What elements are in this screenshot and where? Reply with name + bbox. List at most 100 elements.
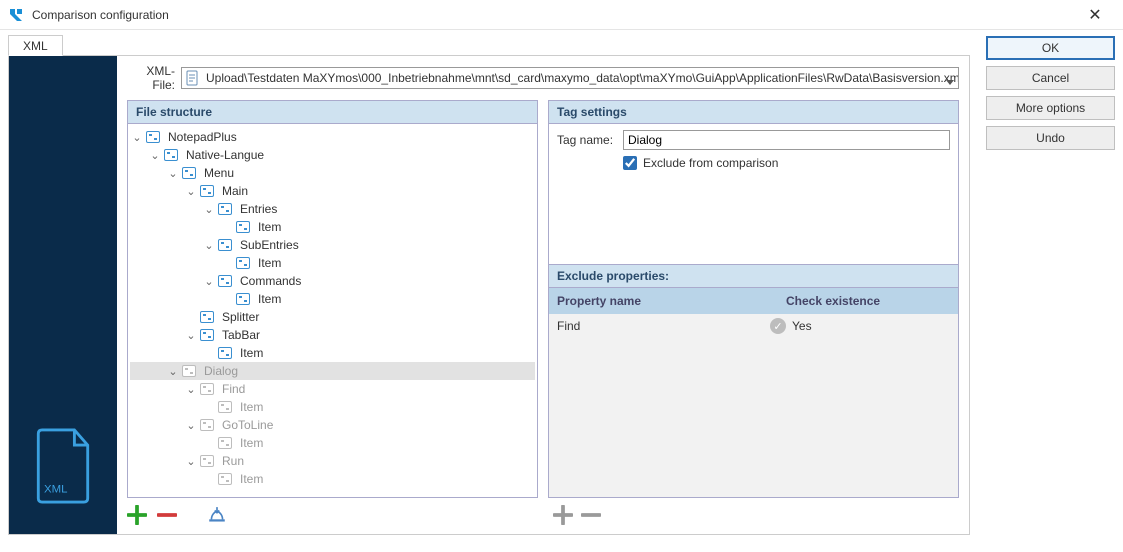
grid-row[interactable]: Find ✓ Yes	[549, 314, 958, 338]
tab-xml[interactable]: XML	[8, 35, 63, 56]
tree-node[interactable]: ·Item	[130, 434, 535, 452]
tree-node[interactable]: ⌄Native-Langue	[130, 146, 535, 164]
tree-node[interactable]: ⌄Find	[130, 380, 535, 398]
exclude-label: Exclude from comparison	[643, 156, 778, 170]
tree-node[interactable]: ⌄ Dialog	[130, 362, 535, 380]
collapse-icon[interactable]: ⌄	[202, 203, 216, 216]
grid-body: Find ✓ Yes	[549, 314, 958, 497]
tag-settings-panel: Tag settings Tag name: Exclude from comp…	[548, 100, 959, 498]
tree-node-label: Item	[236, 436, 267, 450]
collapse-icon[interactable]: ⌄	[184, 383, 198, 396]
tree-node-label: Run	[218, 454, 248, 468]
grid-cell-check-text: Yes	[792, 319, 812, 333]
ok-button[interactable]: OK	[986, 36, 1115, 60]
titlebar: Comparison configuration ✕	[0, 0, 1123, 30]
tree-node[interactable]: ·Item	[130, 254, 535, 272]
more-options-button[interactable]: More options	[986, 96, 1115, 120]
undo-button[interactable]: Undo	[986, 126, 1115, 150]
tree-node[interactable]: ⌄Menu	[130, 164, 535, 182]
tag-icon	[217, 436, 233, 450]
tag-icon	[199, 418, 215, 432]
exclude-checkbox-row[interactable]: Exclude from comparison	[623, 156, 950, 170]
tree-node[interactable]: ·Item	[130, 398, 535, 416]
window-title: Comparison configuration	[32, 8, 1075, 22]
tag-name-row: Tag name:	[557, 130, 950, 150]
tag-settings-title: Tag settings	[549, 101, 958, 124]
tree-node-label: Dialog	[200, 364, 242, 378]
tree-node[interactable]: ·Item	[130, 470, 535, 488]
tag-settings-body: Tag name: Exclude from comparison	[549, 124, 958, 264]
xml-file-label: XML-File:	[127, 64, 175, 92]
collapse-icon[interactable]: ⌄	[184, 329, 198, 342]
export-icon[interactable]	[207, 505, 227, 525]
tag-name-input[interactable]	[623, 130, 950, 150]
svg-text:XML: XML	[44, 484, 67, 496]
file-structure-panel: File structure ⌄NotepadPlus⌄Native-Langu…	[127, 100, 538, 498]
tree-node[interactable]: ⌄ GoToLine	[130, 416, 535, 434]
collapse-icon[interactable]: ⌄	[148, 149, 162, 162]
collapse-icon[interactable]: ⌄	[202, 275, 216, 288]
tree-node[interactable]: ·Item	[130, 218, 535, 236]
tree-node-label: NotepadPlus	[164, 130, 241, 144]
collapse-icon[interactable]: ⌄	[184, 455, 198, 468]
tree-node-label: Commands	[236, 274, 305, 288]
tree: ⌄NotepadPlus⌄Native-Langue⌄Menu⌄Main⌄Ent…	[128, 124, 537, 492]
tree-node[interactable]: ⌄ Run	[130, 452, 535, 470]
grid-col-property-name[interactable]: Property name	[549, 288, 778, 314]
tag-icon	[199, 454, 215, 468]
file-structure-body: ⌄NotepadPlus⌄Native-Langue⌄Menu⌄Main⌄Ent…	[128, 124, 537, 497]
tag-icon	[145, 130, 161, 144]
tag-icon	[235, 256, 251, 270]
tree-node-label: Item	[254, 220, 285, 234]
right-button-column: OK Cancel More options Undo	[978, 30, 1123, 535]
tree-node[interactable]: ⌄Main	[130, 182, 535, 200]
tag-icon	[199, 382, 215, 396]
app-icon	[8, 7, 24, 23]
collapse-icon[interactable]: ⌄	[130, 131, 144, 144]
content: XML-File: Upload\Testdaten MaXYmos\000_I…	[117, 56, 969, 534]
tree-node[interactable]: ⌄ Commands	[130, 272, 535, 290]
tree-node-label: Entries	[236, 202, 281, 216]
tag-icon	[217, 472, 233, 486]
tree-node[interactable]: ⌄TabBar	[130, 326, 535, 344]
close-icon[interactable]: ✕	[1075, 5, 1115, 25]
collapse-icon[interactable]: ⌄	[166, 167, 180, 180]
add-icon[interactable]	[127, 505, 147, 525]
tab-strip: XML	[8, 34, 970, 56]
collapse-icon[interactable]: ⌄	[166, 365, 180, 378]
tag-icon	[235, 220, 251, 234]
grid-col-check-existence[interactable]: Check existence	[778, 288, 958, 314]
exclude-checkbox[interactable]	[623, 156, 637, 170]
grid-remove-icon[interactable]	[581, 505, 601, 525]
remove-icon[interactable]	[157, 505, 177, 525]
collapse-icon[interactable]: ⌄	[184, 185, 198, 198]
tree-node[interactable]: ·Item	[130, 344, 535, 362]
cancel-button[interactable]: Cancel	[986, 66, 1115, 90]
chevron-down-icon	[946, 75, 954, 89]
tag-icon	[217, 346, 233, 360]
tree-scroll[interactable]: ⌄NotepadPlus⌄Native-Langue⌄Menu⌄Main⌄Ent…	[128, 124, 537, 497]
tree-node[interactable]: ⌄SubEntries	[130, 236, 535, 254]
xml-file-dropdown[interactable]: Upload\Testdaten MaXYmos\000_Inbetriebna…	[181, 67, 959, 89]
grid-cell-check: ✓ Yes	[770, 318, 950, 334]
collapse-icon[interactable]: ⌄	[202, 239, 216, 252]
tag-icon	[181, 364, 197, 378]
exclude-properties-title: Exclude properties:	[549, 264, 958, 288]
tag-icon	[181, 166, 197, 180]
collapse-icon[interactable]: ⌄	[184, 419, 198, 432]
panels: File structure ⌄NotepadPlus⌄Native-Langu…	[127, 100, 959, 498]
grid-add-icon[interactable]	[553, 505, 573, 525]
tree-node[interactable]: ⌄ Entries	[130, 200, 535, 218]
file-icon	[185, 70, 201, 86]
tree-node-label: GoToLine	[218, 418, 277, 432]
tag-icon	[217, 400, 233, 414]
tag-icon	[235, 292, 251, 306]
bottom-toolbar	[127, 498, 959, 528]
tree-node[interactable]: ·Item	[130, 290, 535, 308]
tag-icon	[199, 328, 215, 342]
xml-file-row: XML-File: Upload\Testdaten MaXYmos\000_I…	[127, 64, 959, 92]
grid-cell-name: Find	[557, 319, 770, 333]
tree-node[interactable]: ⌄ NotepadPlus	[130, 128, 535, 146]
left-column: XML XML XML-File:	[0, 30, 978, 535]
tree-node[interactable]: ·Splitter	[130, 308, 535, 326]
